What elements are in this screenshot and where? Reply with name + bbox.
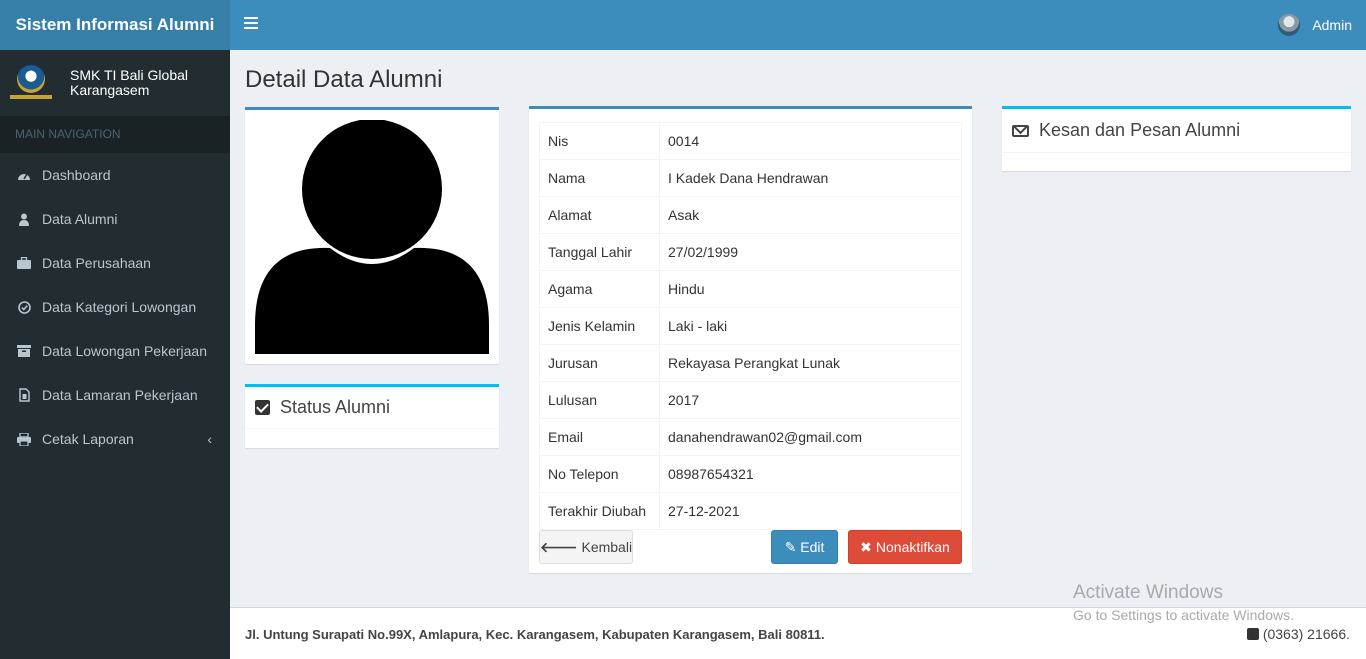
check-circle-icon: [17, 300, 31, 314]
message-box-header: Kesan dan Pesan Alumni: [1002, 109, 1351, 153]
back-button[interactable]: 🡐 Kembali: [539, 530, 633, 564]
table-row: No Telepon 08987654321: [539, 455, 962, 493]
row-key: Terakhir Diubah: [539, 492, 660, 530]
close-icon: ✖: [860, 538, 872, 555]
school-name: SMK TI Bali Global Karangasem: [70, 67, 189, 98]
row-key: Alamat: [539, 196, 660, 234]
nav-header: MAIN NAVIGATION: [0, 116, 230, 153]
row-value: I Kadek Dana Hendrawan: [659, 159, 962, 197]
message-box: Kesan dan Pesan Alumni: [1002, 106, 1351, 171]
table-row: Alamat Asak: [539, 196, 962, 234]
user-name: Admin: [1312, 17, 1352, 33]
status-box-title: Status Alumni: [280, 397, 391, 417]
envelope-icon: [1012, 124, 1029, 137]
row-key: Jurusan: [539, 344, 660, 382]
row-value: Hindu: [659, 270, 962, 308]
sidebar-item-dashboard[interactable]: Dashboard: [0, 153, 230, 197]
row-key: Nama: [539, 159, 660, 197]
row-value: 27/02/1999: [659, 233, 962, 271]
sidebar-toggle-icon[interactable]: [244, 17, 258, 31]
checkbox-icon: [255, 400, 270, 415]
table-row: Nis 0014: [539, 122, 962, 160]
row-key: Tanggal Lahir: [539, 233, 660, 271]
table-row: Email danahendrawan02@gmail.com: [539, 418, 962, 456]
row-key: Jenis Kelamin: [539, 307, 660, 345]
detail-box: Nis 0014 Nama I Kadek Dana Hendrawan Alama…: [529, 106, 972, 573]
chevron-left-icon: ‹: [207, 431, 212, 447]
status-box: Status Alumni: [245, 384, 499, 448]
row-key: Nis: [539, 122, 660, 160]
sidebar-item-data-lowongan-pekerjaan[interactable]: Data Lowongan Pekerjaan: [0, 329, 230, 373]
table-row: Tanggal Lahir 27/02/1999: [539, 233, 962, 271]
archive-icon: [17, 344, 31, 358]
page-title: Detail Data Alumni: [245, 66, 443, 93]
photo-box: [245, 107, 499, 364]
row-value: Asak: [659, 196, 962, 234]
table-row: Agama Hindu: [539, 270, 962, 308]
row-key: Lulusan: [539, 381, 660, 419]
windows-activation-watermark: Activate Windows Go to Settings to activ…: [1073, 582, 1294, 623]
school-logo: [10, 63, 52, 103]
phone-icon: [1246, 628, 1259, 640]
briefcase-icon: [17, 256, 31, 270]
footer-phone: (0363) 21666.: [1246, 626, 1350, 642]
edit-button[interactable]: ✎ Edit: [771, 530, 838, 564]
footer-address: Jl. Untung Surapati No.99X, Amlapura, Ke…: [245, 627, 825, 642]
sidebar-item-data-kategori-lowongan[interactable]: Data Kategori Lowongan: [0, 285, 230, 329]
user-icon: [17, 212, 31, 226]
print-icon: [17, 432, 31, 446]
detail-table: Nis 0014 Nama I Kadek Dana Hendrawan Alama…: [539, 122, 962, 530]
dashboard-icon: [17, 168, 31, 182]
row-value: Laki - laki: [659, 307, 962, 345]
row-value: Rekayasa Perangkat Lunak: [659, 344, 962, 382]
sidebar-item-cetak-laporan[interactable]: Cetak Laporan ‹: [0, 417, 230, 461]
row-value: 27-12-2021: [659, 492, 962, 530]
status-box-header: Status Alumni: [245, 387, 499, 429]
top-navbar: Admin: [230, 0, 1366, 50]
table-row: Nama I Kadek Dana Hendrawan: [539, 159, 962, 197]
school-panel: SMK TI Bali Global Karangasem: [0, 50, 230, 116]
user-avatar: [1278, 14, 1301, 36]
message-box-title: Kesan dan Pesan Alumni: [1039, 120, 1241, 140]
app-brand[interactable]: Sistem Informasi Alumni: [0, 0, 230, 50]
row-value: 0014: [659, 122, 962, 160]
table-row: Terakhir Diubah 27-12-2021: [539, 492, 962, 530]
row-key: No Telepon: [539, 455, 660, 493]
pencil-icon: ✎: [784, 538, 797, 555]
table-row: Jurusan Rekayasa Perangkat Lunak: [539, 344, 962, 382]
row-key: Email: [539, 418, 660, 456]
row-value: danahendrawan02@gmail.com: [659, 418, 962, 456]
alumni-photo: [255, 120, 489, 354]
table-row: Lulusan 2017: [539, 381, 962, 419]
table-row: Jenis Kelamin Laki - laki: [539, 307, 962, 345]
row-key: Agama: [539, 270, 660, 308]
deactivate-button[interactable]: ✖ Nonaktifkan: [848, 530, 962, 564]
user-menu[interactable]: Admin: [1278, 14, 1352, 36]
arrow-left-icon: 🡐: [539, 538, 578, 555]
sidebar-item-data-perusahaan[interactable]: Data Perusahaan: [0, 241, 230, 285]
file-icon: [17, 388, 31, 402]
sidebar-item-data-alumni[interactable]: Data Alumni: [0, 197, 230, 241]
row-value: 2017: [659, 381, 962, 419]
row-value: 08987654321: [659, 455, 962, 493]
sidebar-item-data-lamaran-pekerjaan[interactable]: Data Lamaran Pekerjaan: [0, 373, 230, 417]
sidebar: SMK TI Bali Global Karangasem MAIN NAVIG…: [0, 50, 230, 659]
